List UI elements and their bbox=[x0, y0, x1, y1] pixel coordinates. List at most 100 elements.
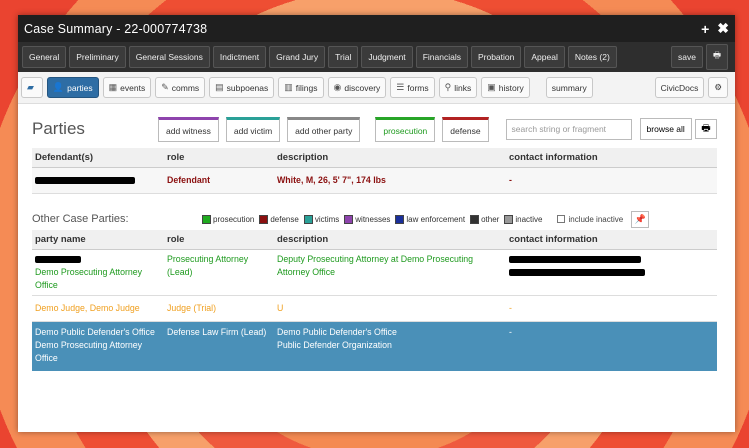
tab-general-sessions[interactable]: General Sessions bbox=[128, 46, 210, 68]
tab-judgment[interactable]: Judgment bbox=[361, 46, 413, 68]
pin-icon[interactable]: 📌 bbox=[631, 210, 650, 228]
party-role: Prosecuting Attorney (Lead) bbox=[164, 249, 274, 296]
party-name[interactable]: Demo Public Defender's Office Demo Prose… bbox=[32, 321, 164, 371]
other-parties-title: Other Case Parties: bbox=[32, 213, 129, 225]
history-button[interactable]: ▣ history bbox=[481, 77, 530, 98]
filings-label: filings bbox=[295, 82, 318, 93]
add-victim-button[interactable]: add victim bbox=[225, 116, 281, 142]
folder-button[interactable]: ▰ bbox=[21, 77, 43, 98]
book-icon: ▣ bbox=[487, 82, 496, 92]
links-label: links bbox=[454, 82, 472, 93]
forms-button[interactable]: ☰ forms bbox=[390, 77, 435, 98]
title-bar: Case Summary - 22-000774738 + ✖ bbox=[18, 15, 735, 42]
section-toolbar: ▰ 👤 parties ▦ events ✎ comms ▤ subpoenas ▥ fi… bbox=[18, 72, 735, 104]
save-button[interactable]: save bbox=[671, 46, 703, 68]
tab-appeal[interactable]: Appeal bbox=[524, 46, 565, 68]
add-witness-button[interactable]: add witness bbox=[158, 116, 219, 142]
defendants-table: Defendant(s) role description contact in… bbox=[32, 148, 717, 194]
defendant-row[interactable]: Defendant White, M, 26, 5' 7", 174 lbs - bbox=[32, 167, 717, 194]
party-role: Defense Law Firm (Lead) bbox=[164, 321, 274, 371]
search-input[interactable]: search string or fragment bbox=[505, 118, 632, 140]
events-button[interactable]: ▦ events bbox=[102, 77, 152, 98]
party-row-judge[interactable]: Demo Judge, Demo Judge Judge (Trial) U - bbox=[32, 295, 717, 322]
legend-defense: defense bbox=[259, 214, 299, 224]
parties-label: parties bbox=[67, 82, 93, 93]
include-inactive-checkbox[interactable]: include inactive bbox=[557, 215, 623, 224]
party-name[interactable]: Demo Judge, Demo Judge bbox=[32, 295, 164, 322]
add-other-party-button[interactable]: add other party bbox=[287, 116, 361, 142]
subpoena-icon: ▤ bbox=[215, 82, 224, 92]
other-parties-table: party name role description contact info… bbox=[32, 230, 717, 371]
link-icon: ⚲ bbox=[444, 82, 452, 92]
events-label: events bbox=[120, 82, 146, 93]
party-description: U bbox=[274, 295, 506, 322]
legend-inactive: inactive bbox=[504, 214, 542, 224]
defense-filter-button[interactable]: defense bbox=[442, 116, 489, 142]
folder-icon: ▰ bbox=[27, 82, 34, 92]
party-name[interactable]: Demo Prosecuting Attorney Office bbox=[32, 249, 164, 296]
discovery-label: discovery bbox=[344, 82, 381, 93]
tab-preliminary[interactable]: Preliminary bbox=[69, 46, 126, 68]
subpoenas-button[interactable]: ▤ subpoenas bbox=[209, 77, 275, 98]
case-tabs: General Preliminary General Sessions Ind… bbox=[18, 42, 735, 72]
page-title: Parties bbox=[32, 119, 85, 138]
redacted-name bbox=[35, 256, 81, 264]
civicdocs-button[interactable]: CivicDocs bbox=[654, 77, 705, 98]
filings-button[interactable]: ▥ filings bbox=[278, 77, 324, 98]
close-icon[interactable]: ✖ bbox=[717, 20, 729, 37]
browse-all-button[interactable]: browse all bbox=[639, 118, 692, 140]
print-icon[interactable]: 🖶 bbox=[695, 119, 717, 139]
parties-panel: Parties add witness add victim add other… bbox=[18, 104, 735, 371]
col-description: description bbox=[274, 148, 506, 168]
col-party-name: party name bbox=[32, 230, 164, 250]
legend-law-enforcement: law enforcement bbox=[395, 214, 465, 224]
defendant-name[interactable] bbox=[32, 167, 164, 194]
add-icon[interactable]: + bbox=[701, 21, 709, 37]
col-defendants: Defendant(s) bbox=[32, 148, 164, 168]
tab-notes[interactable]: Notes (2) bbox=[567, 46, 617, 68]
col-contact: contact information bbox=[506, 148, 717, 168]
discovery-button[interactable]: ◉ discovery bbox=[327, 77, 387, 98]
legend-prosecution: prosecution bbox=[202, 214, 254, 224]
list-icon: ☰ bbox=[396, 82, 405, 92]
parties-header: Parties add witness add victim add other… bbox=[32, 114, 717, 144]
redacted-contact bbox=[509, 256, 641, 264]
tab-probation[interactable]: Probation bbox=[470, 46, 522, 68]
links-button[interactable]: ⚲ links bbox=[438, 77, 478, 98]
legend-witnesses: witnesses bbox=[344, 214, 390, 224]
legend: prosecution defense victims witnesses la… bbox=[202, 214, 547, 224]
col-role: role bbox=[164, 230, 274, 250]
party-row-prosecutor[interactable]: Demo Prosecuting Attorney Office Prosecu… bbox=[32, 249, 717, 296]
comms-button[interactable]: ✎ comms bbox=[155, 77, 206, 98]
party-description: Deputy Prosecuting Attorney at Demo Pros… bbox=[274, 249, 506, 296]
tab-general[interactable]: General bbox=[22, 46, 67, 68]
comms-label: comms bbox=[171, 82, 200, 93]
party-contact: - bbox=[506, 321, 717, 371]
col-description: description bbox=[274, 230, 506, 250]
person-icon: 👤 bbox=[52, 82, 65, 92]
tab-trial[interactable]: Trial bbox=[328, 46, 359, 68]
prosecution-filter-button[interactable]: prosecution bbox=[375, 116, 436, 142]
gear-icon[interactable]: ⚙ bbox=[708, 77, 728, 98]
party-contact bbox=[506, 249, 717, 296]
print-icon[interactable]: 🖶 bbox=[705, 44, 728, 70]
party-contact: - bbox=[506, 295, 717, 322]
col-role: role bbox=[164, 148, 274, 168]
window-title: Case Summary - 22-000774738 bbox=[24, 21, 208, 36]
tab-indictment[interactable]: Indictment bbox=[212, 46, 267, 68]
subpoenas-label: subpoenas bbox=[226, 82, 269, 93]
defendants-header-row: Defendant(s) role description contact in… bbox=[32, 148, 717, 168]
tab-financials[interactable]: Financials bbox=[415, 46, 468, 68]
defendant-role: Defendant bbox=[164, 167, 274, 194]
filings-icon: ▥ bbox=[284, 82, 293, 92]
forms-label: forms bbox=[407, 82, 429, 93]
redacted-contact bbox=[509, 269, 645, 277]
defendant-contact: - bbox=[506, 167, 717, 194]
parties-button[interactable]: 👤 parties bbox=[46, 77, 99, 98]
defendant-description: White, M, 26, 5' 7", 174 lbs bbox=[274, 167, 506, 194]
pencil-icon: ✎ bbox=[161, 82, 169, 92]
tab-grand-jury[interactable]: Grand Jury bbox=[269, 46, 326, 68]
party-description: Demo Public Defender's Office Public Def… bbox=[274, 321, 506, 371]
summary-button[interactable]: summary bbox=[545, 77, 593, 98]
party-row-defense-firm[interactable]: Demo Public Defender's Office Demo Prose… bbox=[32, 321, 717, 371]
